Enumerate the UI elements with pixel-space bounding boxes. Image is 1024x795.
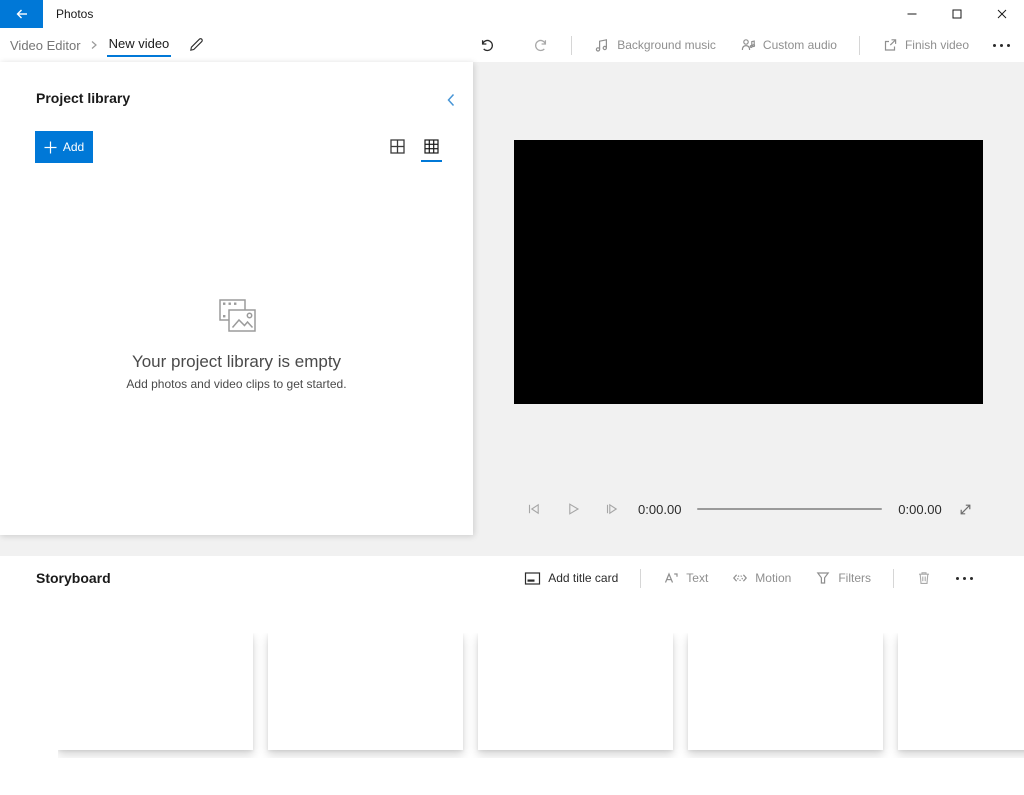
empty-library-state: Your project library is empty Add photos… [0,298,473,391]
more-icon [956,576,973,580]
delete-button[interactable] [904,566,944,590]
playback-controls: 0:00.00 0:00.00 [514,493,983,525]
filters-icon [815,570,831,586]
minimize-button[interactable] [889,0,934,28]
collapse-panel-button[interactable] [437,86,465,114]
title-card-icon [524,571,541,586]
step-forward-icon [604,501,620,517]
play-icon [565,501,581,517]
app-title: Photos [56,7,94,21]
finish-video-button[interactable]: Finish video [870,33,981,57]
maximize-button[interactable] [934,0,979,28]
breadcrumb-project-name[interactable]: New video [106,33,172,57]
close-icon [996,8,1008,20]
media-library-icon [213,298,261,342]
empty-library-title: Your project library is empty [131,352,342,371]
storyboard-more-button[interactable] [944,573,975,584]
storyboard-card[interactable] [268,633,463,750]
back-button[interactable] [0,0,43,28]
project-library-panel: Project library Add Your project library… [0,62,473,535]
total-time: 0:00.00 [898,501,942,517]
toolbar-divider [858,35,860,55]
maximize-icon [951,8,963,20]
step-back-icon [526,501,542,517]
plus-icon [44,141,57,154]
motion-label: Motion [755,571,792,585]
grid-2x2-icon [389,138,406,155]
custom-audio-button[interactable]: Custom audio [728,33,849,57]
rename-project-button[interactable] [188,37,204,53]
elapsed-time: 0:00.00 [638,501,682,517]
empty-library-subtitle: Add photos and video clips to get starte… [126,377,347,391]
redo-button[interactable] [521,33,561,57]
storyboard-card[interactable] [898,633,1024,750]
redo-icon [533,37,549,53]
project-library-title: Project library [36,90,131,106]
content-area: Project library Add Your project library… [0,62,1024,556]
undo-button[interactable] [467,33,507,57]
fullscreen-button[interactable] [948,495,983,523]
text-icon [663,570,679,586]
breadcrumb-video-editor[interactable]: Video Editor [10,38,81,53]
close-button[interactable] [979,0,1024,28]
storyboard-title: Storyboard [36,570,111,586]
storyboard-card[interactable] [688,633,883,750]
thumbnail-size-toggle [389,138,442,162]
trash-icon [916,570,932,586]
text-button[interactable]: Text [651,566,720,590]
small-grid-view-button[interactable] [421,138,442,162]
add-title-card-button[interactable]: Add title card [512,567,630,590]
pencil-icon [188,37,204,53]
large-grid-view-button[interactable] [389,138,406,162]
previous-frame-button[interactable] [514,495,553,523]
storyboard-card[interactable] [58,633,253,750]
motion-icon [732,570,748,586]
undo-icon [479,37,495,53]
storyboard-track [58,633,1024,758]
storyboard-card[interactable] [478,633,673,750]
expand-icon [958,502,973,517]
video-preview-canvas [514,140,983,404]
add-title-card-label: Add title card [548,571,619,585]
see-more-button[interactable] [981,40,1012,51]
finish-video-label: Finish video [904,38,969,52]
minimize-icon [906,8,918,20]
motion-button[interactable]: Motion [720,566,803,590]
export-icon [882,37,898,53]
play-button[interactable] [553,495,592,523]
breadcrumb-chevron-icon [90,40,98,50]
background-music-label: Background music [617,38,716,52]
command-bar-actions: Background music Custom audio Finish vid… [467,33,1012,57]
filters-button[interactable]: Filters [803,566,883,590]
title-bar: Photos [0,0,1024,28]
add-media-button[interactable]: Add [35,131,93,163]
next-frame-button[interactable] [593,495,632,523]
seek-slider[interactable] [697,508,883,510]
filters-label: Filters [838,571,871,585]
chevron-left-icon [444,92,458,108]
storyboard-toolbar: Add title card Text Motion Filters [512,564,975,592]
back-arrow-icon [14,6,30,22]
person-audio-icon [740,37,756,53]
toolbar-divider [640,568,642,588]
window-controls [889,0,1024,28]
toolbar-divider [893,568,894,588]
grid-3x3-icon [423,138,440,155]
add-button-label: Add [62,140,85,154]
command-bar: Video Editor New video Background music … [0,28,1024,62]
text-label: Text [686,571,709,585]
storyboard-section: Storyboard Add title card Text Motion Fi… [0,556,1024,795]
background-music-button[interactable]: Background music [582,33,728,57]
more-icon [993,43,1010,47]
music-note-icon [594,37,610,53]
photos-app-window: Photos Video Editor New video Background… [0,0,1024,795]
toolbar-divider [571,35,573,55]
custom-audio-label: Custom audio [762,38,837,52]
